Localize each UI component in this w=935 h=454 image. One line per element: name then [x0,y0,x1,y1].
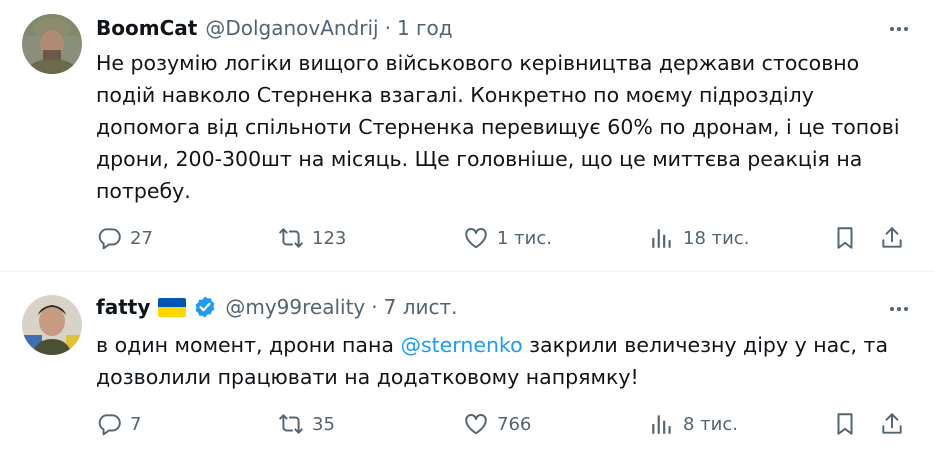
reply-count: 27 [130,227,153,249]
like-count: 766 [497,413,532,435]
views-icon [652,229,671,248]
like-button[interactable]: 766 [463,408,531,440]
views-icon [652,415,671,434]
tweet[interactable]: fatty @my99reality · 7 лист. в один моме… [0,273,935,454]
views-count: 18 тис. [683,227,750,249]
like-button[interactable]: 1 тис. [463,222,552,254]
repost-count: 35 [312,413,335,435]
share-icon [882,413,902,434]
share-button[interactable] [879,408,905,440]
tweet-text: Не розумію логіки вищого військового кер… [96,51,900,203]
ukraine-flag-icon [158,297,187,317]
repost-button[interactable]: 35 [278,408,335,440]
bookmark-icon [837,413,853,435]
repost-icon [279,228,303,248]
bookmark-button[interactable] [832,222,858,254]
repost-button[interactable]: 123 [278,222,346,254]
like-icon [465,228,487,249]
display-name[interactable]: BoomCat [96,16,197,40]
more-icon[interactable] [885,15,913,43]
verified-badge-icon[interactable] [193,295,217,319]
more-icon[interactable] [885,295,913,323]
user-handle[interactable]: @my99reality [225,295,365,319]
reply-button[interactable]: 27 [96,222,153,254]
share-icon [882,227,902,248]
user-handle[interactable]: @DolganovAndrij [205,16,378,40]
like-count: 1 тис. [497,227,552,249]
share-button[interactable] [879,222,905,254]
tweet-header: fatty @my99reality · 7 лист. [96,293,458,321]
tweet-text: в один момент, дрони пана @sternenko зак… [96,329,916,393]
timestamp[interactable]: 1 год [397,16,453,40]
timestamp[interactable]: 7 лист. [384,295,458,319]
separator: · [384,16,391,40]
repost-icon [279,414,303,434]
tweet-header: BoomCat @DolganovAndrij · 1 год [96,14,453,42]
reply-button[interactable]: 7 [96,408,141,440]
tweet-text-before: в один момент, дрони пана [96,333,401,357]
views-button[interactable]: 18 тис. [649,222,749,254]
like-icon [465,414,487,435]
action-bar: 7 35 766 8 тис. [96,408,911,440]
mention-link[interactable]: @sternenko [400,333,522,357]
bookmark-icon [837,227,853,249]
views-button[interactable]: 8 тис. [649,408,738,440]
separator: · [371,295,378,319]
bookmark-button[interactable] [832,408,858,440]
reply-icon [98,228,121,250]
display-name[interactable]: fatty [96,295,150,319]
repost-count: 123 [312,227,347,249]
action-bar: 27 123 1 тис. 18 тис. [96,222,911,254]
avatar[interactable] [22,295,82,355]
reply-count: 7 [130,413,142,435]
views-count: 8 тис. [683,413,738,435]
tweet[interactable]: BoomCat @DolganovAndrij · 1 год Не розум… [0,0,935,272]
avatar[interactable] [22,14,82,74]
reply-icon [98,414,121,436]
